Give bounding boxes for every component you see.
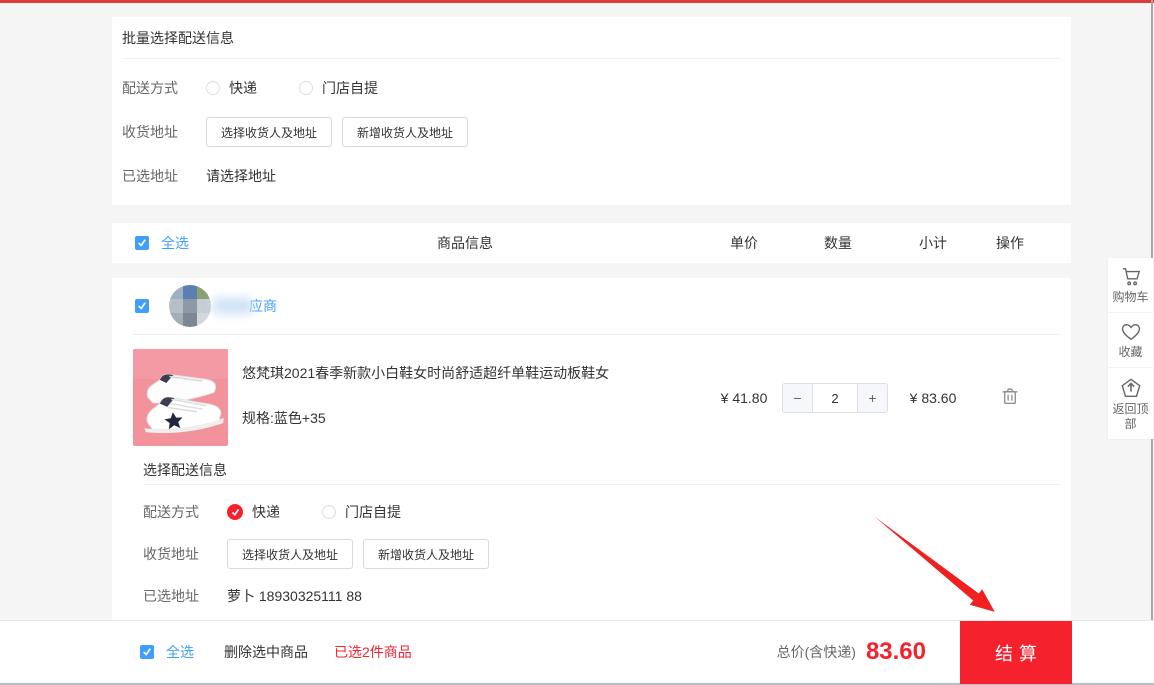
select-all-label[interactable]: 全选	[161, 233, 189, 253]
floating-favorites-button[interactable]: 收藏	[1108, 313, 1153, 368]
total-price-value: 83.60	[866, 638, 926, 666]
selected-address-label: 已选地址	[122, 166, 182, 186]
column-product-info: 商品信息	[437, 233, 493, 253]
checkout-bar-total: 总价(含快递) 83.60	[777, 621, 926, 683]
check-icon	[137, 301, 147, 311]
radio-unchecked-icon	[322, 505, 336, 519]
select-consignee-address-button[interactable]: 选择收货人及地址	[227, 539, 353, 569]
floating-cart-button[interactable]: 购物车	[1108, 258, 1153, 313]
batch-delivery-method-row: 配送方式 快递 门店自提	[122, 73, 1061, 103]
checkout-bar-left: 全选 删除选中商品 已选2件商品	[140, 621, 412, 683]
product-image[interactable]	[133, 349, 228, 446]
express-radio-checked[interactable]: 快递	[227, 502, 280, 522]
quantity-decrease-button[interactable]: −	[783, 384, 813, 412]
heart-icon	[1120, 322, 1142, 342]
selected-address-value: 萝卜 18930325111 88	[227, 586, 362, 606]
add-consignee-address-button[interactable]: 新增收货人及地址	[342, 117, 468, 147]
supplier-avatar	[169, 285, 211, 327]
top-accent-line	[0, 0, 1154, 3]
column-subtotal: 小计	[919, 233, 947, 253]
supplier-name[interactable]: 应商	[213, 296, 277, 316]
select-consignee-address-button[interactable]: 选择收货人及地址	[206, 117, 332, 147]
column-unit-price: 单价	[730, 233, 758, 253]
back-to-top-button[interactable]: 返回顶部	[1108, 368, 1153, 439]
product-row: 悠梵琪2021春季新款小白鞋女时尚舒适超纤单鞋运动板鞋女 规格:蓝色+35 ¥ …	[112, 335, 1071, 446]
delete-item-button[interactable]	[1002, 387, 1019, 408]
delivery-method-label: 配送方式	[122, 78, 182, 98]
supplier-row: 应商	[112, 278, 1071, 334]
product-title[interactable]: 悠梵琪2021春季新款小白鞋女时尚舒适超纤单鞋运动板鞋女	[242, 363, 712, 383]
store-pickup-radio-label: 门店自提	[345, 502, 401, 522]
back-to-top-label: 返回顶部	[1112, 402, 1148, 431]
checkout-bar: 全选 删除选中商品 已选2件商品 总价(含快递) 83.60 结算	[0, 620, 1154, 683]
express-radio-label: 快递	[229, 78, 257, 98]
radio-unchecked-icon	[206, 81, 220, 95]
store-pickup-radio[interactable]: 门店自提	[322, 502, 401, 522]
shopping-cart-icon	[1120, 267, 1142, 287]
unit-price: ¥ 41.80	[721, 390, 768, 406]
column-operations: 操作	[996, 233, 1024, 253]
quantity-input[interactable]	[813, 384, 857, 412]
footer-select-all-checkbox[interactable]	[140, 645, 154, 659]
product-spec: 规格:蓝色+35	[242, 408, 712, 428]
store-pickup-radio[interactable]: 门店自提	[299, 78, 378, 98]
item-selected-address-row: 已选地址 萝卜 18930325111 88	[143, 581, 1071, 611]
selected-address-label: 已选地址	[143, 586, 203, 606]
batch-delivery-panel: 批量选择配送信息 配送方式 快递 门店自提 收货地址 选择收货人及地址 新增收货…	[112, 17, 1071, 205]
main-content: 批量选择配送信息 配送方式 快递 门店自提 收货地址 选择收货人及地址 新增收货…	[112, 17, 1071, 629]
quantity-stepper: − +	[782, 383, 888, 413]
floating-favorites-label: 收藏	[1118, 345, 1142, 359]
supplier-name-suffix: 应商	[249, 296, 277, 316]
select-all-checkbox[interactable]	[135, 236, 149, 250]
item-address-row: 收货地址 选择收货人及地址 新增收货人及地址	[143, 539, 1071, 569]
footer-select-all-label[interactable]: 全选	[166, 642, 194, 662]
floating-toolbar: 购物车 收藏 返回顶部	[1108, 258, 1153, 439]
check-icon	[142, 647, 152, 657]
address-label: 收货地址	[122, 122, 182, 142]
floating-cart-label: 购物车	[1112, 290, 1148, 304]
express-radio[interactable]: 快递	[206, 78, 257, 98]
radio-checked-icon	[227, 504, 243, 520]
item-delivery-section: 配送方式 快递 门店自提 收货地址 选择收货人及地址 新增收货人及地址	[112, 497, 1071, 611]
batch-selected-address-row: 已选地址 请选择地址	[122, 161, 1061, 191]
express-radio-label: 快递	[252, 502, 280, 522]
delete-selected-button[interactable]: 删除选中商品	[224, 642, 308, 662]
batch-address-row: 收货地址 选择收货人及地址 新增收货人及地址	[122, 117, 1061, 147]
check-icon	[137, 238, 147, 248]
add-consignee-address-button[interactable]: 新增收货人及地址	[363, 539, 489, 569]
total-price-label: 总价(含快递)	[777, 642, 856, 662]
product-text-block: 悠梵琪2021春季新款小白鞋女时尚舒适超纤单鞋运动板鞋女 规格:蓝色+35	[242, 363, 712, 428]
radio-unchecked-icon	[299, 81, 313, 95]
blurred-supplier-name	[213, 298, 253, 314]
divider	[143, 484, 1061, 485]
quantity-increase-button[interactable]: +	[857, 384, 887, 412]
subtotal-price: ¥ 83.60	[910, 390, 957, 406]
selected-address-value: 请选择地址	[206, 166, 276, 186]
batch-panel-title: 批量选择配送信息	[122, 17, 1061, 59]
back-to-top-icon	[1120, 377, 1142, 399]
cart-item-card: 应商	[112, 278, 1071, 629]
address-label: 收货地址	[143, 544, 203, 564]
store-pickup-radio-label: 门店自提	[322, 78, 378, 98]
column-quantity: 数量	[824, 233, 852, 253]
delivery-method-label: 配送方式	[143, 502, 203, 522]
cart-table-header: 全选 商品信息 单价 数量 小计 操作	[112, 223, 1071, 263]
selected-count-badge: 已选2件商品	[334, 642, 412, 662]
delivery-section-title: 选择配送信息	[143, 460, 1071, 480]
checkout-button[interactable]: 结算	[960, 621, 1072, 684]
item-delivery-method-row: 配送方式 快递 门店自提	[143, 497, 1071, 527]
supplier-checkbox[interactable]	[135, 299, 149, 313]
trash-icon	[1002, 387, 1019, 405]
